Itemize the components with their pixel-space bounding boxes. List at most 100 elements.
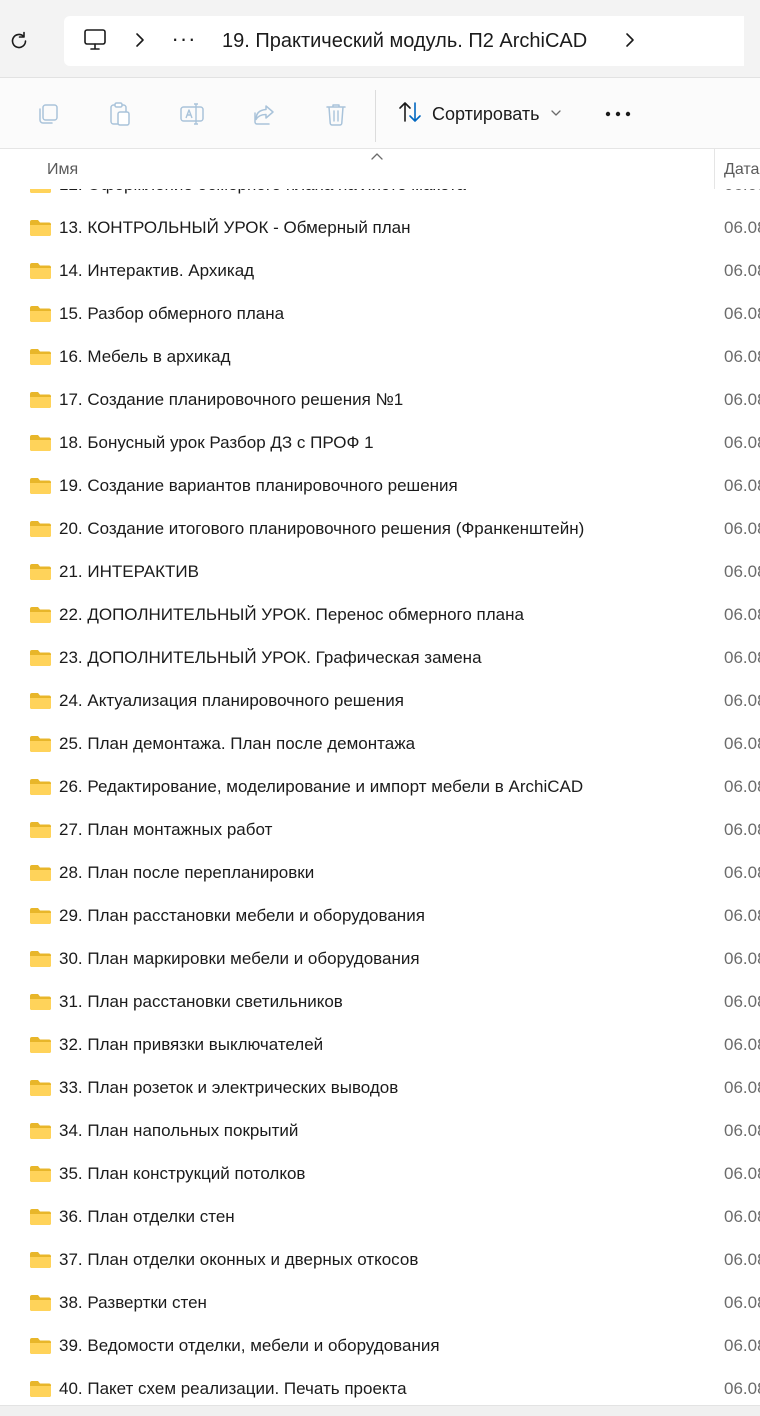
item-name: 28. План после перепланировки	[59, 863, 315, 882]
list-item[interactable]: 31. План расстановки светильников 06.08	[0, 980, 760, 1023]
list-item[interactable]: 24. Актуализация планировочного решения 0…	[0, 679, 760, 722]
folder-icon	[29, 348, 52, 366]
list-item[interactable]: 33. План розеток и электрических выводов…	[0, 1066, 760, 1109]
sort-button[interactable]: Сортировать	[396, 98, 562, 130]
share-icon[interactable]	[250, 100, 278, 128]
item-name: 32. План привязки выключателей	[59, 1035, 324, 1054]
list-item[interactable]: 17. Создание планировочного решения №1 06…	[0, 378, 760, 421]
folder-icon	[29, 950, 52, 968]
refresh-icon[interactable]	[6, 28, 32, 54]
item-date: 06.08	[724, 189, 760, 196]
item-name: 15. Разбор обмерного плана	[59, 304, 285, 323]
breadcrumb-overflow-button[interactable]: ···	[168, 26, 200, 54]
item-name: 24. Актуализация планировочного решения	[59, 691, 404, 710]
folder-icon	[29, 520, 52, 538]
list-item[interactable]: 36. План отделки стен 06.08	[0, 1195, 760, 1238]
item-name: 16. Мебель в архикад	[59, 347, 231, 366]
breadcrumb-current-folder[interactable]: 19. Практический модуль. П2 ArchiCAD	[222, 29, 587, 53]
folder-icon	[29, 305, 52, 323]
sort-ascending-icon	[370, 149, 384, 160]
folder-icon	[29, 1079, 52, 1097]
item-date: 06.08	[724, 777, 760, 796]
list-item[interactable]: 20. Создание итогового планировочного ре…	[0, 507, 760, 550]
list-item[interactable]: 28. План после перепланировки 06.08	[0, 851, 760, 894]
folder-icon	[29, 735, 52, 753]
folder-icon	[29, 391, 52, 409]
monitor-icon[interactable]	[82, 28, 108, 52]
folder-icon	[29, 477, 52, 495]
list-item[interactable]: 27. План монтажных работ 06.08	[0, 808, 760, 851]
item-name: 39. Ведомости отделки, мебели и оборудов…	[59, 1336, 440, 1355]
more-options-button[interactable]	[600, 100, 636, 128]
address-bar: ··· 19. Практический модуль. П2 ArchiCAD	[0, 0, 760, 78]
item-name: 31. План расстановки светильников	[59, 992, 343, 1011]
item-name: 19. Создание вариантов планировочного ре…	[59, 476, 458, 495]
item-name: 25. План демонтажа. План после демонтажа	[59, 734, 416, 753]
column-header-name[interactable]: Имя	[47, 161, 78, 179]
list-item[interactable]: 13. КОНТРОЛЬНЫЙ УРОК - Обмерный план 06.0…	[0, 206, 760, 249]
copy-icon[interactable]	[34, 100, 62, 128]
column-divider[interactable]	[714, 149, 715, 189]
list-item[interactable]: 39. Ведомости отделки, мебели и оборудов…	[0, 1324, 760, 1367]
item-name: 35. План конструкций потолков	[59, 1164, 306, 1183]
file-list: 12. Оформление обмерного плана на листе …	[0, 189, 760, 1405]
list-item[interactable]: 30. План маркировки мебели и оборудовани…	[0, 937, 760, 980]
list-item[interactable]: 19. Создание вариантов планировочного ре…	[0, 464, 760, 507]
item-name: 17. Создание планировочного решения №1	[59, 390, 404, 409]
folder-icon	[29, 778, 52, 796]
list-item[interactable]: 14. Интерактив. Архикад 06.08	[0, 249, 760, 292]
list-item[interactable]: 37. План отделки оконных и дверных откос…	[0, 1238, 760, 1281]
item-date: 06.08	[724, 949, 760, 968]
list-item[interactable]: 32. План привязки выключателей 06.08	[0, 1023, 760, 1066]
folder-icon	[29, 1251, 52, 1269]
folder-icon	[29, 1294, 52, 1312]
list-item[interactable]: 25. План демонтажа. План после демонтажа…	[0, 722, 760, 765]
horizontal-scrollbar[interactable]	[0, 1405, 760, 1416]
item-name: 34. План напольных покрытий	[59, 1121, 299, 1140]
list-item[interactable]: 29. План расстановки мебели и оборудован…	[0, 894, 760, 937]
item-name: 23. ДОПОЛНИТЕЛЬНЫЙ УРОК. Графическая зам…	[59, 648, 482, 667]
item-name: 18. Бонусный урок Разбор ДЗ с ПРОФ 1	[59, 433, 374, 452]
list-item[interactable]: 16. Мебель в архикад 06.08	[0, 335, 760, 378]
item-date: 06.08	[724, 1035, 760, 1054]
item-date: 06.08	[724, 347, 760, 366]
chevron-right-icon[interactable]	[132, 30, 148, 50]
list-item[interactable]: 26. Редактирование, моделирование и импо…	[0, 765, 760, 808]
list-item[interactable]: 38. Развертки стен 06.08	[0, 1281, 760, 1324]
item-name: 36. План отделки стен	[59, 1207, 235, 1226]
item-date: 06.08	[724, 1207, 760, 1226]
folder-icon	[29, 864, 52, 882]
item-date: 06.08	[724, 1078, 760, 1097]
column-header-date[interactable]: Дата	[724, 161, 759, 179]
item-date: 06.08	[724, 648, 760, 667]
folder-icon	[29, 1208, 52, 1226]
toolbar-divider	[375, 90, 376, 142]
item-date: 06.08	[724, 218, 760, 237]
chevron-right-icon[interactable]	[622, 30, 638, 50]
sort-icon	[396, 98, 424, 131]
item-date: 06.08	[724, 304, 760, 323]
list-item[interactable]: 21. ИНТЕРАКТИВ 06.08	[0, 550, 760, 593]
list-item[interactable]: 23. ДОПОЛНИТЕЛЬНЫЙ УРОК. Графическая зам…	[0, 636, 760, 679]
list-item[interactable]: 22. ДОПОЛНИТЕЛЬНЫЙ УРОК. Перенос обмерно…	[0, 593, 760, 636]
list-item[interactable]: 35. План конструкций потолков 06.08	[0, 1152, 760, 1195]
list-item[interactable]: 15. Разбор обмерного плана 06.08	[0, 292, 760, 335]
rename-icon[interactable]	[178, 100, 206, 128]
list-item[interactable]: 12. Оформление обмерного плана на листе …	[0, 189, 760, 206]
folder-icon	[29, 692, 52, 710]
folder-icon	[29, 563, 52, 581]
breadcrumb[interactable]: ··· 19. Практический модуль. П2 ArchiCAD	[64, 16, 744, 66]
list-item[interactable]: 18. Бонусный урок Разбор ДЗ с ПРОФ 1 06.0…	[0, 421, 760, 464]
column-header: Имя Дата	[0, 149, 760, 189]
item-date: 06.08	[724, 1293, 760, 1312]
paste-icon[interactable]	[106, 100, 134, 128]
item-date: 06.08	[724, 519, 760, 538]
folder-icon	[29, 1337, 52, 1355]
list-item[interactable]: 34. План напольных покрытий 06.08	[0, 1109, 760, 1152]
item-name: 26. Редактирование, моделирование и импо…	[59, 777, 584, 796]
item-date: 06.08	[724, 1250, 760, 1269]
folder-icon	[29, 219, 52, 237]
list-item[interactable]: 40. Пакет схем реализации. Печать проект…	[0, 1367, 760, 1405]
folder-icon	[29, 1122, 52, 1140]
delete-icon[interactable]	[322, 100, 350, 128]
